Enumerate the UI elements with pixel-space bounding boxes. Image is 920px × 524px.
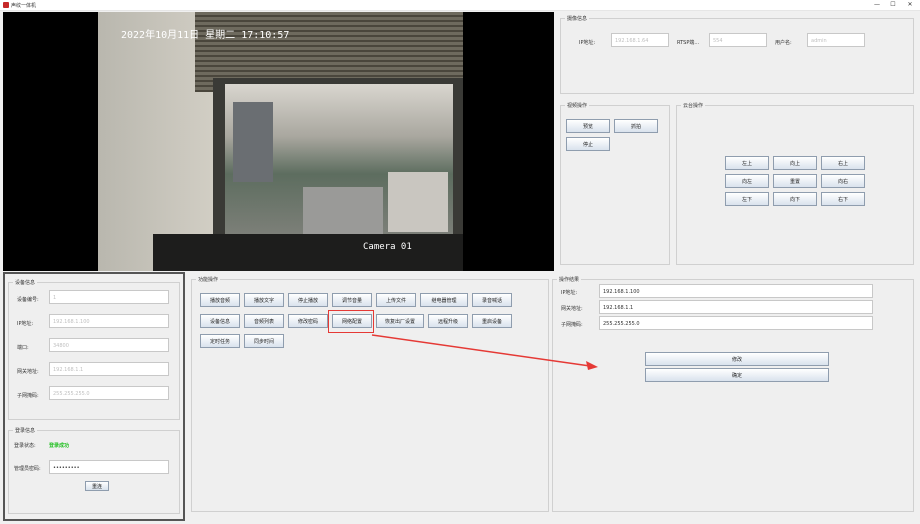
login-status-label: 登录状态: xyxy=(14,443,36,449)
device-info-title: 设备信息 xyxy=(13,279,38,286)
result-ip-label: IP地址: xyxy=(561,290,578,296)
video-building xyxy=(388,172,448,232)
result-gateway-field[interactable]: 192.168.1.1 xyxy=(599,300,873,314)
sync-time-button[interactable]: 同步时间 xyxy=(244,334,284,348)
record-shout-button[interactable]: 录音喊话 xyxy=(472,293,512,307)
adjust-volume-button[interactable]: 调节音量 xyxy=(332,293,372,307)
osd-camera-name: Camera 01 xyxy=(363,242,412,252)
osd-datetime: 2022年10月11日 星期二 17:10:57 xyxy=(121,30,290,41)
result-panel: 操作结果 IP地址: 192.168.1.100 网关地址: 192.168.1… xyxy=(552,276,914,512)
minimize-button[interactable]: — xyxy=(872,1,882,8)
result-mask-field[interactable]: 255.255.255.0 xyxy=(599,316,873,330)
factory-reset-button[interactable]: 恢复出厂设置 xyxy=(376,314,424,328)
modify-button[interactable]: 修改 xyxy=(645,352,829,366)
network-config-highlight xyxy=(328,310,374,333)
result-title: 操作结果 xyxy=(557,276,582,283)
rtsp-port-field[interactable]: 554 xyxy=(709,33,767,47)
ptz-down-right-button[interactable]: 右下 xyxy=(821,192,865,206)
rtsp-port-label: RTSP端... xyxy=(677,40,700,46)
confirm-button[interactable]: 确定 xyxy=(645,368,829,382)
snapshot-button[interactable]: 抓拍 xyxy=(614,119,658,133)
ptz-title: 云台操作 xyxy=(681,102,706,109)
device-gateway-field[interactable]: 192.168.1.1 xyxy=(49,362,169,376)
video-building xyxy=(303,187,383,237)
functions-panel: 功能操作 播放音频 播放文字 停止播放 调节音量 上传文件 继电器管理 录音喊话… xyxy=(191,276,549,512)
device-no-field[interactable]: 1 xyxy=(49,290,169,304)
camera-ip-label: IP地址: xyxy=(579,40,596,46)
ptz-down-left-button[interactable]: 左下 xyxy=(725,192,769,206)
result-gateway-label: 网关地址: xyxy=(561,306,583,312)
video-ops-panel: 视频操作 预览 抓拍 停止 xyxy=(560,102,670,265)
window-title: 声纹一体机 xyxy=(11,3,37,9)
username-field[interactable]: admin xyxy=(807,33,865,47)
device-ip-label: IP地址: xyxy=(17,321,34,327)
login-status-value: 登录成功 xyxy=(49,443,70,449)
device-port-label: 端口: xyxy=(17,345,29,351)
app-icon xyxy=(3,2,9,8)
ptz-left-button[interactable]: 向左 xyxy=(725,174,769,188)
stop-button[interactable]: 停止 xyxy=(566,137,610,151)
camera-ip-field[interactable]: 192.168.1.64 xyxy=(611,33,669,47)
camera-info-panel: 摄像信息 IP地址: 192.168.1.64 RTSP端... 554 用户名… xyxy=(560,15,914,94)
reconnect-button[interactable]: 重连 xyxy=(85,481,109,491)
username-label: 用户名: xyxy=(775,40,792,46)
device-mask-label: 子网掩码: xyxy=(17,393,39,399)
video-sill xyxy=(153,234,463,271)
device-info-panel: 设备信息 设备编号: 1 IP地址: 192.168.1.100 端口: 348… xyxy=(8,279,180,420)
result-ip-field[interactable]: 192.168.1.100 xyxy=(599,284,873,298)
password-field[interactable]: ••••••••• xyxy=(49,460,169,474)
camera-info-title: 摄像信息 xyxy=(565,15,590,22)
ptz-reset-button[interactable]: 重置 xyxy=(773,174,817,188)
close-button[interactable]: ✕ xyxy=(905,1,915,8)
audio-list-button[interactable]: 音频列表 xyxy=(244,314,284,328)
camera-video-feed[interactable]: 2022年10月11日 星期二 17:10:57 Camera 01 xyxy=(3,12,554,271)
ptz-down-button[interactable]: 向下 xyxy=(773,192,817,206)
device-info-button[interactable]: 设备信息 xyxy=(200,314,240,328)
ptz-up-right-button[interactable]: 右上 xyxy=(821,156,865,170)
result-mask-label: 子网掩码: xyxy=(561,322,583,328)
title-bar: 声纹一体机 — ☐ ✕ xyxy=(0,0,920,11)
video-ops-title: 视频操作 xyxy=(565,102,590,109)
stop-playback-button[interactable]: 停止播放 xyxy=(288,293,328,307)
ptz-up-button[interactable]: 向上 xyxy=(773,156,817,170)
device-no-label: 设备编号: xyxy=(17,297,39,303)
play-text-button[interactable]: 播放文字 xyxy=(244,293,284,307)
login-title: 登录信息 xyxy=(13,427,38,434)
login-panel: 登录信息 登录状态: 登录成功 管理员密码: ••••••••• 重连 xyxy=(8,427,180,514)
upload-file-button[interactable]: 上传文件 xyxy=(376,293,416,307)
device-mask-field[interactable]: 255.255.255.0 xyxy=(49,386,169,400)
play-audio-button[interactable]: 播放音频 xyxy=(200,293,240,307)
scheduled-task-button[interactable]: 定时任务 xyxy=(200,334,240,348)
ptz-panel: 云台操作 左上 向上 右上 向左 重置 向右 左下 向下 右下 xyxy=(676,102,914,265)
password-label: 管理员密码: xyxy=(14,466,41,472)
video-building xyxy=(233,102,273,182)
relay-manage-button[interactable]: 继电器管理 xyxy=(420,293,468,307)
ptz-up-left-button[interactable]: 左上 xyxy=(725,156,769,170)
maximize-button[interactable]: ☐ xyxy=(888,1,898,8)
remote-upgrade-button[interactable]: 远程升级 xyxy=(428,314,468,328)
device-gateway-label: 网关地址: xyxy=(17,369,39,375)
ptz-right-button[interactable]: 向右 xyxy=(821,174,865,188)
device-port-field[interactable]: 34800 xyxy=(49,338,169,352)
change-password-button[interactable]: 修改密码 xyxy=(288,314,328,328)
device-ip-field[interactable]: 192.168.1.100 xyxy=(49,314,169,328)
functions-title: 功能操作 xyxy=(196,276,221,283)
preview-button[interactable]: 预览 xyxy=(566,119,610,133)
reboot-device-button[interactable]: 重启设备 xyxy=(472,314,512,328)
